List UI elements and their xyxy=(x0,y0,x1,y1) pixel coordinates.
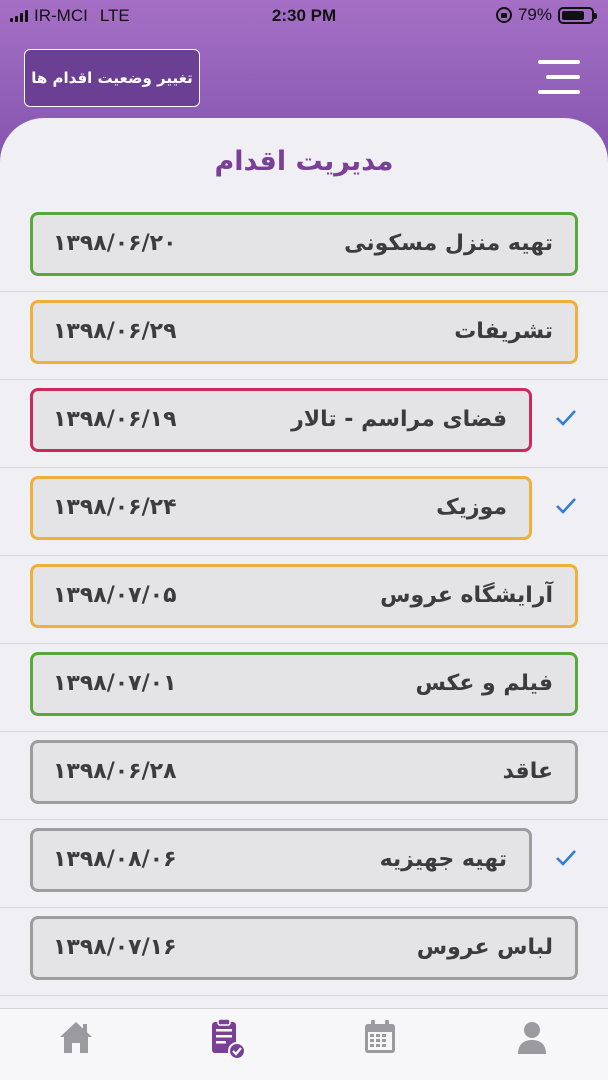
task-row[interactable]: تشریفات ۱۳۹۸/۰۶/۲۹ xyxy=(0,292,608,380)
task-date: ۱۳۹۸/۰۶/۱۹ xyxy=(53,407,177,432)
checkmark-icon xyxy=(556,498,576,514)
profile-icon xyxy=(518,1022,546,1054)
task-name: تهیه جهیزیه xyxy=(379,847,507,872)
task-date: ۱۳۹۸/۰۶/۲۰ xyxy=(53,231,177,256)
task-card-green[interactable]: تهیه منزل مسکونی ۱۳۹۸/۰۶/۲۰ xyxy=(30,212,578,276)
task-card-orange[interactable]: تشریفات ۱۳۹۸/۰۶/۲۹ xyxy=(30,300,578,364)
task-row[interactable]: آرایشگاه عروس ۱۳۹۸/۰۷/۰۵ xyxy=(0,556,608,644)
status-bar: IR-MCI LTE 2:30 PM 79% xyxy=(0,0,608,32)
checkmark-icon xyxy=(556,850,576,866)
hamburger-menu-icon[interactable] xyxy=(538,60,580,94)
battery-percent: 79% xyxy=(517,5,552,24)
main-card: مدیریت اقدام تهیه منزل مسکونی ۱۳۹۸/۰۶/۲۰ ت… xyxy=(0,118,608,1080)
task-name: آرایشگاه عروس xyxy=(380,583,553,608)
task-card-red[interactable]: فضای مراسم - تالار ۱۳۹۸/۰۶/۱۹ xyxy=(30,388,532,452)
task-row[interactable]: لباس عروس ۱۳۹۸/۰۷/۱۶ xyxy=(0,908,608,996)
task-row[interactable]: فیلم و عکس ۱۳۹۸/۰۷/۰۱ xyxy=(0,644,608,732)
task-date: ۱۳۹۸/۰۶/۲۹ xyxy=(53,319,177,344)
page-title: مدیریت اقدام xyxy=(214,146,394,177)
home-tab[interactable] xyxy=(56,1017,96,1057)
task-row[interactable]: موزیک ۱۳۹۸/۰۶/۲۴ xyxy=(0,468,608,556)
task-list: تهیه منزل مسکونی ۱۳۹۸/۰۶/۲۰ تشریفات ۱۳۹۸/۰۶… xyxy=(0,204,608,996)
task-date: ۱۳۹۸/۰۶/۲۴ xyxy=(53,495,177,520)
task-card-gray[interactable]: لباس عروس ۱۳۹۸/۰۷/۱۶ xyxy=(30,916,578,980)
task-date: ۱۳۹۸/۰۸/۰۶ xyxy=(53,847,177,872)
task-row[interactable]: تهیه جهیزیه ۱۳۹۸/۰۸/۰۶ xyxy=(0,820,608,908)
calendar-icon xyxy=(365,1020,395,1053)
calendar-tab[interactable] xyxy=(360,1017,400,1057)
task-card-orange[interactable]: آرایشگاه عروس ۱۳۹۸/۰۷/۰۵ xyxy=(30,564,578,628)
checkmark-icon xyxy=(556,410,576,426)
home-icon xyxy=(60,1022,92,1053)
tasks-tab[interactable] xyxy=(206,1017,246,1060)
profile-tab[interactable] xyxy=(512,1017,552,1057)
task-card-orange[interactable]: موزیک ۱۳۹۸/۰۶/۲۴ xyxy=(30,476,532,540)
task-date: ۱۳۹۸/۰۷/۰۱ xyxy=(53,671,177,696)
task-card-gray[interactable]: عاقد ۱۳۹۸/۰۶/۲۸ xyxy=(30,740,578,804)
task-card-gray[interactable]: تهیه جهیزیه ۱۳۹۸/۰۸/۰۶ xyxy=(30,828,532,892)
task-name: عاقد xyxy=(502,759,553,784)
task-card-green[interactable]: فیلم و عکس ۱۳۹۸/۰۷/۰۱ xyxy=(30,652,578,716)
task-row[interactable]: تهیه منزل مسکونی ۱۳۹۸/۰۶/۲۰ xyxy=(0,204,608,292)
task-date: ۱۳۹۸/۰۶/۲۸ xyxy=(53,759,177,784)
rotation-lock-icon xyxy=(495,7,512,23)
battery-icon xyxy=(558,6,597,24)
change-task-status-button[interactable]: تغییر وضعیت اقدام ها xyxy=(24,49,200,107)
task-name: تهیه منزل مسکونی xyxy=(344,231,553,256)
bottom-tab-bar xyxy=(0,1008,608,1080)
task-date: ۱۳۹۸/۰۷/۰۵ xyxy=(53,583,177,608)
task-name: لباس عروس xyxy=(416,935,553,960)
task-name: موزیک xyxy=(436,495,507,520)
task-row[interactable]: عاقد ۱۳۹۸/۰۶/۲۸ xyxy=(0,732,608,820)
task-name: تشریفات xyxy=(454,319,553,344)
task-name: فضای مراسم - تالار xyxy=(291,407,507,432)
task-row[interactable]: فضای مراسم - تالار ۱۳۹۸/۰۶/۱۹ xyxy=(0,380,608,468)
task-name: فیلم و عکس xyxy=(415,671,553,696)
task-date: ۱۳۹۸/۰۷/۱۶ xyxy=(53,935,177,960)
battery-level xyxy=(562,10,585,20)
clipboard-check-icon xyxy=(212,1018,246,1060)
